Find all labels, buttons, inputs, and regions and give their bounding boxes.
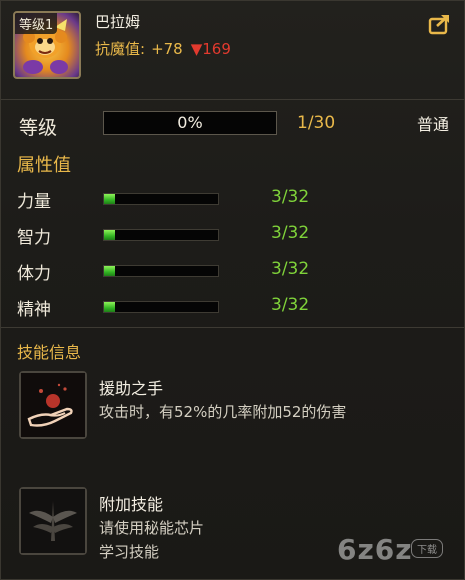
stat-bar-stamina [103,265,219,277]
site-watermark: 6z6z [337,533,413,566]
stat-fill-strength [104,194,115,204]
resist-stat: 抗魔值: +78 ▼169 [95,38,231,59]
skill-desc-2-line-1: 请使用秘能芯片 [99,519,205,537]
skill-slot-2[interactable] [19,487,87,555]
skill-desc-1: 攻击时，有52%的几率附加52的伤害 [99,403,347,421]
share-button[interactable] [428,13,452,35]
level-percent: 0% [177,113,203,132]
skill-name-1: 援助之手 [99,379,164,398]
stat-label-spirit: 精神 [17,300,51,320]
stat-label-stamina: 体力 [17,264,51,284]
stat-fill-spirit [104,302,115,312]
hero-name: 巴拉姆 [95,13,141,31]
stat-fill-intelligence [104,230,115,240]
stat-fill-stamina [104,266,115,276]
hero-avatar[interactable]: 等级1 [13,11,81,79]
stat-bar-intelligence [103,229,219,241]
stat-value-spirit: 3/32 [271,295,310,315]
skill-name-2: 附加技能 [99,495,164,514]
skills-title: 技能信息 [17,343,82,362]
header-divider [1,99,465,100]
level-label: 等级 [19,117,58,139]
locked-wing-skill-icon [21,489,85,553]
hero-header: 等级1 巴拉姆 抗魔值: +78 ▼169 [1,1,465,99]
skill-desc-2-line-2: 学习技能 [99,543,160,561]
stat-label-strength: 力量 [17,192,51,212]
hero-level-tag: 等级1 [15,13,58,34]
resist-decrease: ▼169 [190,40,231,58]
resist-label: 抗魔值: [95,40,146,58]
attributes-title: 属性值 [17,155,71,176]
quality-label: 普通 [417,115,450,134]
resist-increase: +78 [151,40,183,58]
stat-label-intelligence: 智力 [17,228,51,248]
stat-bar-strength [103,193,219,205]
stat-value-intelligence: 3/32 [271,223,310,243]
skills-divider [1,327,465,328]
skill-slot-1[interactable] [19,371,87,439]
stat-bar-spirit [103,301,219,313]
watermark-download-tag: 下载 [411,539,443,558]
stat-value-stamina: 3/32 [271,259,310,279]
helping-hand-icon [21,373,85,437]
hero-detail-panel: 等级1 巴拉姆 抗魔值: +78 ▼169 等级 0% 1/30 普通 属性值 力量… [0,0,465,580]
share-external-icon [428,15,449,35]
level-progress-bar: 0% [103,111,277,135]
stat-value-strength: 3/32 [271,187,310,207]
level-count: 1/30 [297,113,336,133]
